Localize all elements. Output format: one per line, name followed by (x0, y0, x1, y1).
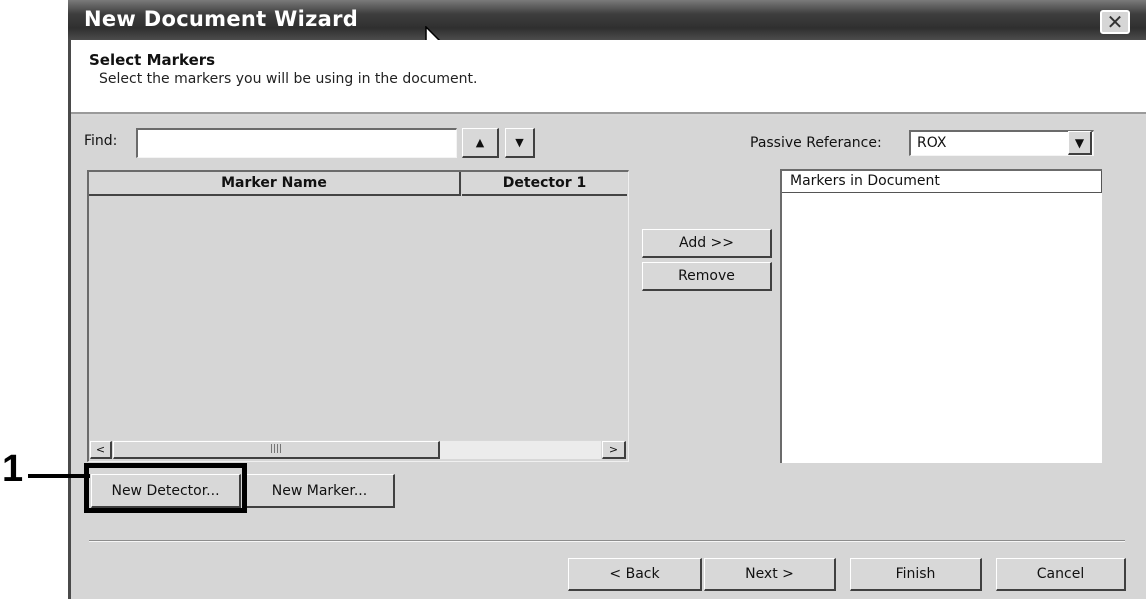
passive-reference-value: ROX (917, 135, 947, 151)
page-title: Select Markers (89, 51, 216, 69)
remove-button[interactable]: Remove (642, 262, 772, 291)
markers-in-document-list[interactable] (780, 169, 1102, 463)
callout-highlight-box (84, 463, 247, 513)
window-title: New Document Wizard (84, 7, 359, 31)
add-button[interactable]: Add >> (642, 229, 772, 258)
scroll-right-button[interactable]: > (602, 441, 626, 459)
page-subtitle: Select the markers you will be using in … (99, 71, 478, 87)
dropdown-arrow-icon[interactable]: ▼ (1068, 131, 1092, 155)
back-button[interactable]: < Back (568, 558, 702, 591)
callout-line (28, 474, 90, 478)
find-next-button[interactable]: ▼ (505, 128, 535, 158)
cancel-button[interactable]: Cancel (996, 558, 1126, 591)
next-button[interactable]: Next > (704, 558, 836, 591)
find-input[interactable] (136, 128, 457, 158)
column-header-detector-1[interactable]: Detector 1 (462, 172, 627, 196)
find-label: Find: (84, 133, 118, 149)
callout-number: 1 (2, 448, 24, 490)
column-header-marker-name[interactable]: Marker Name (89, 172, 461, 196)
find-previous-button[interactable]: ▲ (462, 128, 499, 158)
marker-list[interactable] (87, 170, 629, 462)
footer-separator (89, 540, 1125, 542)
scroll-left-button[interactable]: < (90, 441, 112, 459)
close-button[interactable]: ✕ (1100, 10, 1130, 34)
new-marker-button[interactable]: New Marker... (245, 474, 395, 508)
passive-reference-label: Passive Referance: (750, 135, 882, 151)
markers-in-document-header: Markers in Document (782, 171, 1102, 193)
scrollbar-thumb[interactable]: |||| (113, 441, 440, 459)
finish-button[interactable]: Finish (850, 558, 982, 591)
